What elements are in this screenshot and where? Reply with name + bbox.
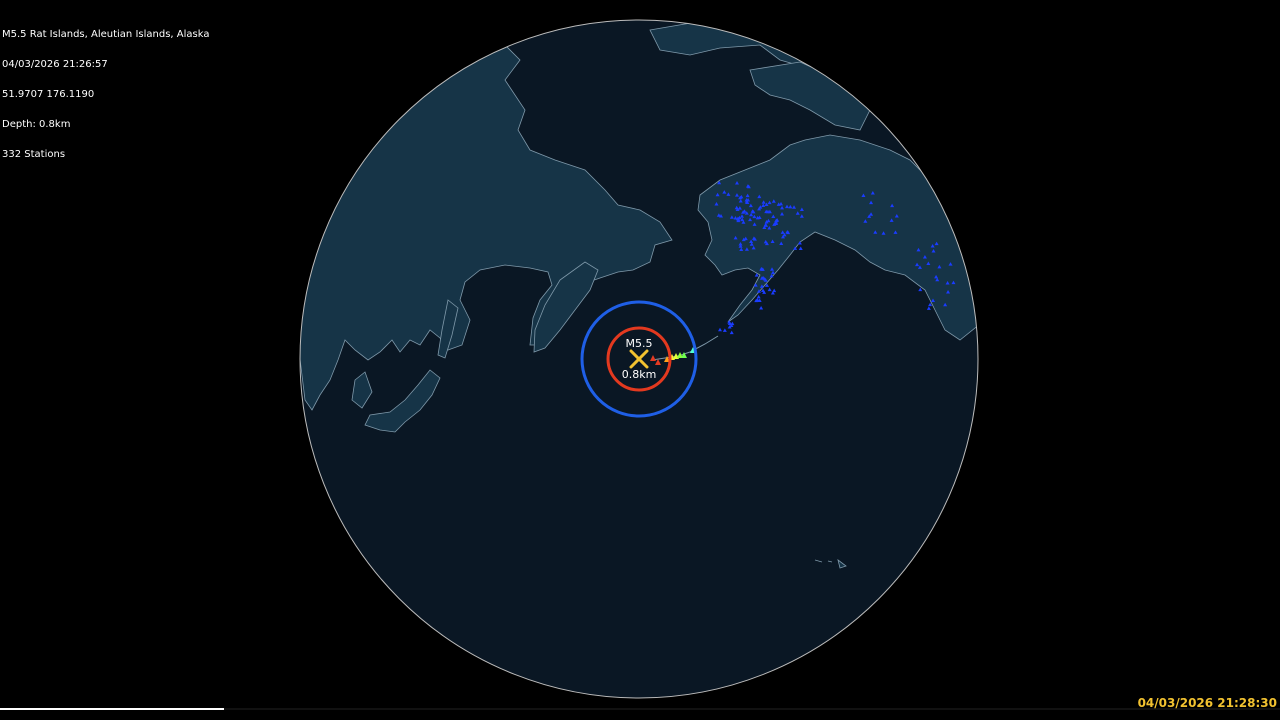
event-stations: 332 Stations (2, 149, 66, 160)
depth-label: 0.8km (622, 368, 657, 381)
event-coordinates: 51.9707 176.1190 (2, 89, 95, 100)
event-title: M5.5 Rat Islands, Aleutian Islands, Alas… (2, 29, 210, 40)
playback-progress-fill (0, 708, 224, 710)
magnitude-label: M5.5 (626, 337, 653, 350)
event-info-panel: M5.5 Rat Islands, Aleutian Islands, Alas… (2, 10, 209, 180)
land-baffin (869, 59, 911, 101)
event-origin-time: 04/03/2026 21:26:57 (2, 59, 108, 70)
event-depth: Depth: 0.8km (2, 119, 71, 130)
playback-progress[interactable] (0, 708, 1280, 710)
seismic-map-view: M5.5 0.8km M5.5 Rat Islands, Aleutian Is… (0, 0, 1280, 720)
current-time-clock: 04/03/2026 21:28:30 (1137, 696, 1277, 710)
